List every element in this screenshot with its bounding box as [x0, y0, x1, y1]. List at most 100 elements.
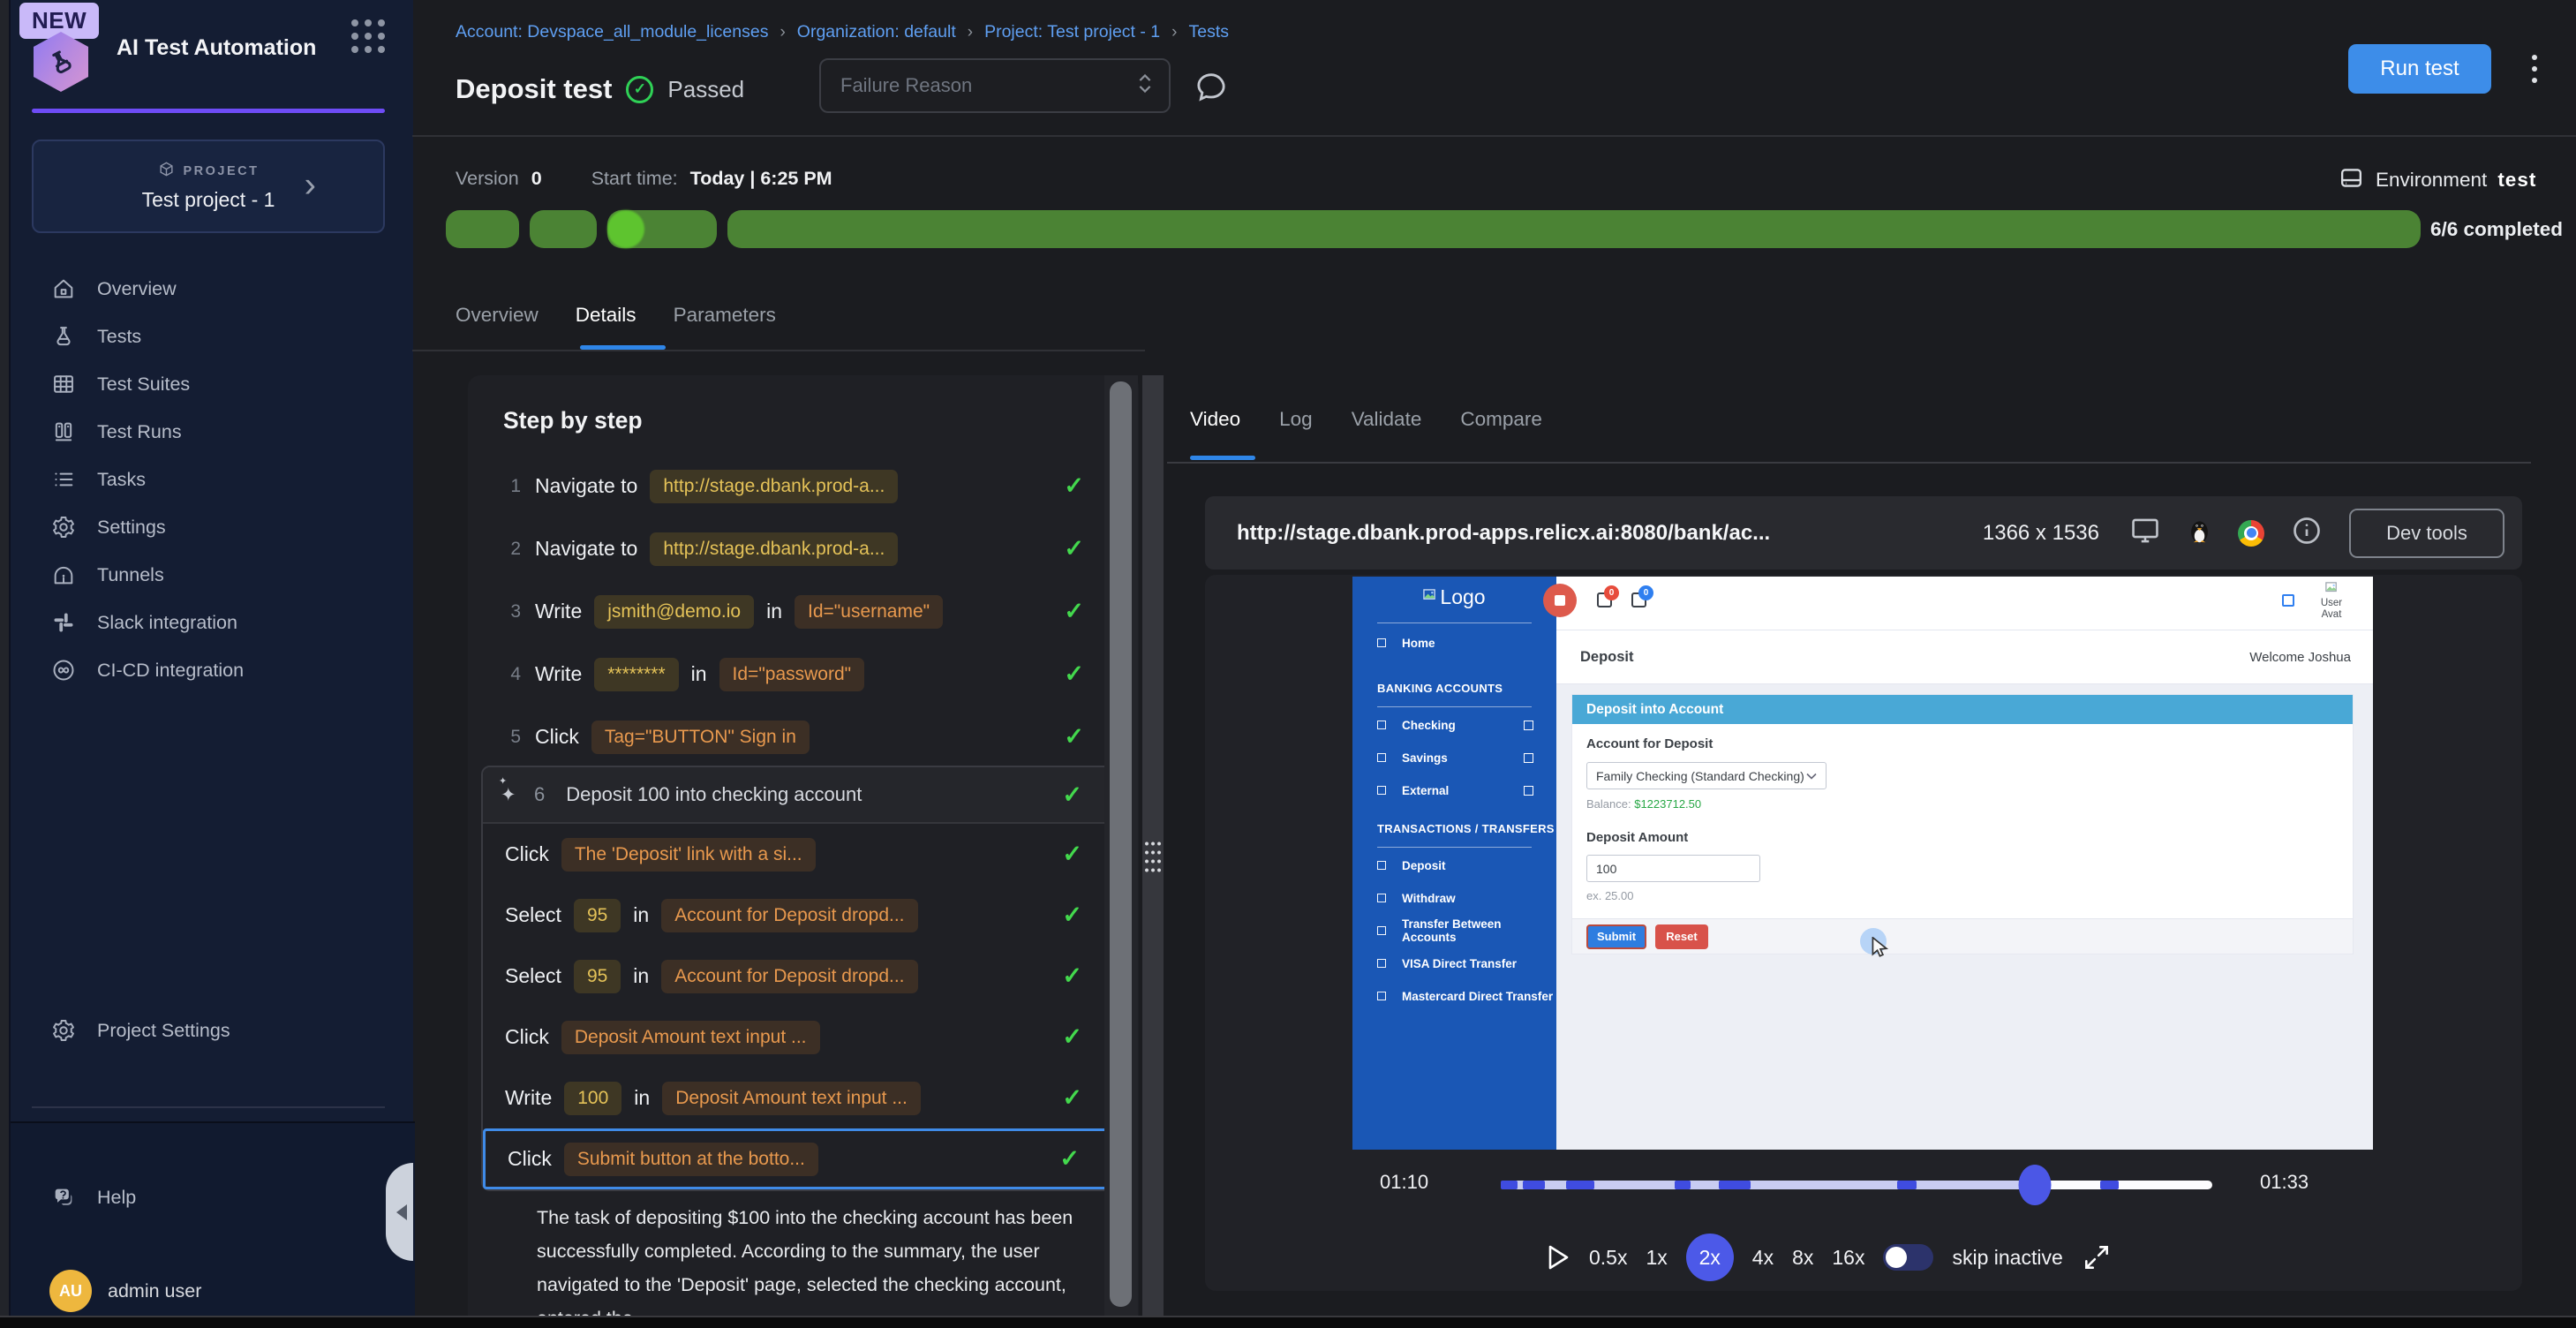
- tab-validate[interactable]: Validate: [1352, 408, 1422, 431]
- devtools-button[interactable]: Dev tools: [2349, 509, 2504, 558]
- step-by-step-panel: Step by step 1Navigate tohttp://stage.db…: [468, 375, 1139, 1316]
- value-chip[interactable]: 95: [574, 960, 621, 993]
- sidebar-item-ci-cd-integration[interactable]: CI-CD integration: [11, 646, 415, 694]
- step-action-text: Click: [535, 725, 579, 749]
- time-current: 01:10: [1380, 1171, 1428, 1194]
- fullscreen-icon[interactable]: [2082, 1242, 2112, 1272]
- monitor-icon: [2129, 516, 2161, 550]
- steps-scrollbar-thumb[interactable]: [1110, 381, 1132, 1307]
- speed-2x[interactable]: 2x: [1686, 1234, 1734, 1281]
- breadcrumb-link[interactable]: Tests: [1188, 22, 1229, 42]
- sidebar-item-test-suites[interactable]: Test Suites: [11, 360, 415, 408]
- value-chip[interactable]: ********: [594, 658, 678, 691]
- selector-chip[interactable]: Account for Deposit dropd...: [661, 960, 917, 993]
- sidebar-item-overview[interactable]: Overview: [11, 265, 415, 313]
- check-icon: ✓: [1064, 472, 1084, 500]
- bank-topbar: 0 0 User Avat: [1556, 577, 2373, 630]
- selector-chip[interactable]: Tag="BUTTON" Sign in: [591, 721, 810, 754]
- value-chip[interactable]: 95: [574, 899, 621, 932]
- failure-reason-select[interactable]: Failure Reason: [819, 58, 1171, 113]
- sub-step-row[interactable]: Write100inDeposit Amount text input ...✓: [483, 1068, 1121, 1128]
- selector-chip[interactable]: The 'Deposit' link with a si...: [561, 838, 816, 872]
- video-timeline-track[interactable]: [1501, 1181, 2212, 1189]
- group-step-header[interactable]: ✦✦ 6 Deposit 100 into checking account ✓: [483, 767, 1121, 824]
- bank-nav-label: VISA Direct Transfer: [1402, 957, 1517, 970]
- step-row[interactable]: 5ClickTag="BUTTON" Sign in✓: [468, 706, 1139, 768]
- sub-step-row[interactable]: Select95inAccount for Deposit dropd...✓: [483, 946, 1121, 1007]
- step-row[interactable]: 4Write********inId="password"✓: [468, 643, 1139, 706]
- sidebar-item-label: Test Runs: [97, 421, 182, 443]
- value-chip[interactable]: 100: [564, 1082, 621, 1115]
- sidebar-item-project-settings[interactable]: Project Settings: [11, 1007, 415, 1054]
- notification-badge: 0: [1638, 585, 1653, 600]
- step-number: 3: [503, 601, 521, 622]
- sidebar-item-tests[interactable]: Tests: [11, 313, 415, 360]
- progress-glow: [607, 210, 644, 248]
- sidebar-item-tunnels[interactable]: Tunnels: [11, 551, 415, 599]
- play-icon[interactable]: [1546, 1243, 1570, 1271]
- square-bullet-icon: [1377, 959, 1386, 968]
- notification-badge: 0: [1604, 585, 1619, 600]
- amount-hint: ex. 25.00: [1586, 889, 2339, 902]
- tab-details[interactable]: Details: [576, 304, 636, 327]
- start-time-label: Start time:: [591, 168, 678, 190]
- selector-chip[interactable]: Deposit Amount text input ...: [561, 1021, 820, 1054]
- user-avatar[interactable]: AU: [49, 1270, 92, 1312]
- sidebar-item-slack-integration[interactable]: Slack integration: [11, 599, 415, 646]
- bank-nav-label: External: [1402, 784, 1449, 797]
- sidebar-item-tasks[interactable]: Tasks: [11, 456, 415, 503]
- sidebar-item-label: Help: [97, 1187, 136, 1209]
- kebab-menu-icon[interactable]: [2532, 55, 2537, 83]
- tab-compare[interactable]: Compare: [1460, 408, 1542, 431]
- speed-0-5x[interactable]: 0.5x: [1589, 1246, 1627, 1270]
- value-chip[interactable]: http://stage.dbank.prod-a...: [650, 470, 898, 503]
- step-row[interactable]: 1Navigate tohttp://stage.dbank.prod-a...…: [468, 455, 1139, 517]
- sub-step-row-selected[interactable]: ClickSubmit button at the botto...✓: [483, 1128, 1121, 1189]
- timeline-marker: [1523, 1181, 1545, 1189]
- step-row[interactable]: 2Navigate tohttp://stage.dbank.prod-a...…: [468, 517, 1139, 580]
- breadcrumb-link[interactable]: Organization: default: [797, 22, 956, 42]
- project-switcher[interactable]: PROJECT Test project - 1 ›: [32, 140, 385, 233]
- selector-chip[interactable]: Deposit Amount text input ...: [662, 1082, 921, 1115]
- sidebar-item-help[interactable]: Help: [11, 1173, 415, 1221]
- sidebar-item-settings[interactable]: Settings: [11, 503, 415, 551]
- progress-segment: [727, 210, 2421, 248]
- account-for-deposit-select: Family Checking (Standard Checking): [1586, 762, 1827, 789]
- comment-bubble-icon[interactable]: [1194, 69, 1229, 109]
- tab-video[interactable]: Video: [1190, 408, 1240, 431]
- sidebar-divider: [32, 1106, 385, 1108]
- tab-parameters[interactable]: Parameters: [674, 304, 776, 327]
- speed-1x[interactable]: 1x: [1646, 1246, 1667, 1270]
- info-icon[interactable]: [2291, 515, 2323, 551]
- user-name[interactable]: admin user: [108, 1280, 201, 1302]
- sub-step-row[interactable]: ClickThe 'Deposit' link with a si...✓: [483, 824, 1121, 885]
- apps-grid-icon[interactable]: [351, 19, 385, 53]
- tab-log[interactable]: Log: [1279, 408, 1313, 431]
- sub-step-row[interactable]: Select95inAccount for Deposit dropd...✓: [483, 885, 1121, 946]
- speed-16x[interactable]: 16x: [1832, 1246, 1864, 1270]
- run-test-button[interactable]: Run test: [2348, 44, 2491, 94]
- breadcrumb-separator: ›: [780, 23, 785, 42]
- speed-4x[interactable]: 4x: [1752, 1246, 1774, 1270]
- selector-chip[interactable]: Id="password": [719, 658, 865, 691]
- speed-8x[interactable]: 8x: [1792, 1246, 1813, 1270]
- skip-inactive-toggle[interactable]: [1883, 1244, 1933, 1271]
- bank-nav-external: External: [1352, 777, 1556, 804]
- sidebar-collapse-handle[interactable]: [386, 1163, 413, 1261]
- passed-check-icon: ✓: [626, 76, 653, 103]
- active-media-tab-underline: [1190, 456, 1255, 460]
- sidebar-item-test-runs[interactable]: Test Runs: [11, 408, 415, 456]
- breadcrumb-link[interactable]: Project: Test project - 1: [984, 22, 1160, 42]
- value-chip[interactable]: http://stage.dbank.prod-a...: [650, 532, 898, 566]
- timeline-thumb[interactable]: [2019, 1165, 2052, 1205]
- sub-step-row[interactable]: ClickDeposit Amount text input ...✓: [483, 1007, 1121, 1068]
- selector-chip[interactable]: Account for Deposit dropd...: [661, 899, 917, 932]
- step-row[interactable]: 3Writejsmith@demo.ioinId="username"✓: [468, 580, 1139, 643]
- selector-chip[interactable]: Submit button at the botto...: [564, 1143, 818, 1176]
- breadcrumb-link[interactable]: Account: Devspace_all_module_licenses: [456, 22, 768, 42]
- selector-chip[interactable]: Id="username": [795, 595, 943, 629]
- value-chip[interactable]: jsmith@demo.io: [594, 595, 754, 629]
- bank-section-title: BANKING ACCOUNTS: [1377, 682, 1503, 695]
- panel-splitter[interactable]: [1142, 375, 1164, 1316]
- tab-overview[interactable]: Overview: [456, 304, 539, 327]
